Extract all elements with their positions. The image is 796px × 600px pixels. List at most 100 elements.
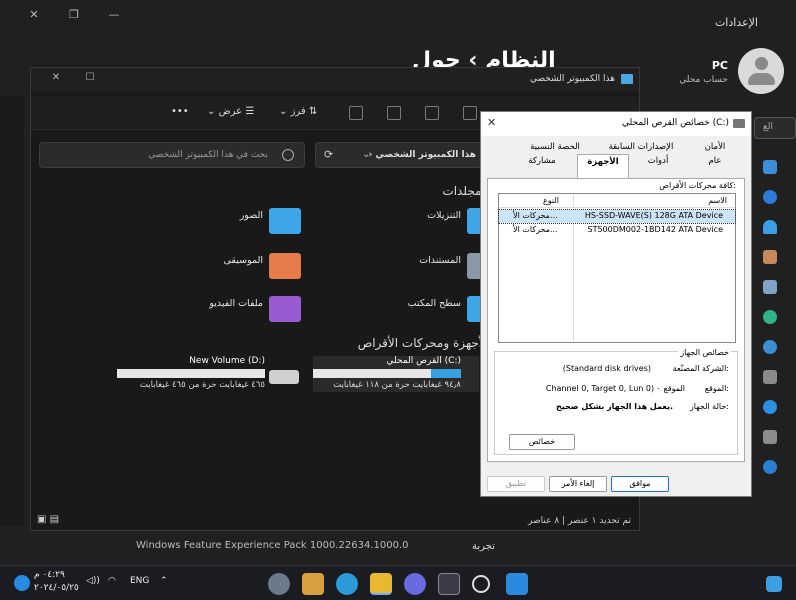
lang-indicator[interactable]: ENG bbox=[130, 576, 149, 586]
hardware-tab-panel: كافة محركات الأقراص: الاسم النوع HS-SSD-… bbox=[487, 178, 745, 462]
file-explorer-app-icon[interactable] bbox=[370, 573, 392, 595]
tab-security[interactable]: الأمان bbox=[687, 142, 743, 152]
drives-list[interactable]: الاسم النوع HS-SSD-WAVE(S) 128G ATA Devi… bbox=[498, 193, 736, 343]
folder-documents[interactable]: المستندات bbox=[419, 255, 461, 266]
col-name[interactable]: الاسم bbox=[708, 196, 727, 205]
row-device-name: HS-SSD-WAVE(S) 128G ATA Device bbox=[584, 211, 723, 220]
tab-general[interactable]: عام bbox=[687, 156, 743, 170]
task-view-icon[interactable] bbox=[438, 573, 460, 595]
time-language-icon[interactable] bbox=[763, 340, 777, 354]
folder-desktop[interactable]: سطح المكتب bbox=[408, 298, 461, 309]
paste-icon[interactable] bbox=[463, 106, 477, 120]
sort-button[interactable]: ⌄ فرز ⇅ bbox=[279, 106, 317, 117]
device-status-label: حالة الجهاز: bbox=[689, 402, 729, 411]
drive-c-usage-fill bbox=[431, 369, 461, 378]
status-selected: تم تحديد ١ عنصر bbox=[567, 516, 631, 526]
apply-button[interactable]: تطبيق bbox=[487, 476, 545, 492]
maximize-icon[interactable]: ❐ bbox=[54, 8, 94, 21]
drive-d-name: New Volume (D:) bbox=[189, 356, 265, 366]
clock-date[interactable]: ٢٠٢٤/٠٥/٢٥ bbox=[34, 583, 79, 593]
close-icon[interactable]: ✕ bbox=[14, 8, 54, 21]
folder-downloads[interactable]: التنزيلات bbox=[427, 210, 461, 221]
account-name: PC bbox=[711, 59, 728, 72]
drive-c-name: القرص المحلي (C:) bbox=[386, 356, 461, 366]
tab-hardware[interactable]: الأجهزة bbox=[577, 154, 629, 178]
videos-folder-icon[interactable] bbox=[269, 296, 301, 322]
manufacturer-label: الشركة المصنّعة: bbox=[672, 364, 729, 373]
this-pc-icon bbox=[621, 74, 633, 84]
search-input[interactable]: بحث في هذا الكمبيوتر الشخصي bbox=[39, 142, 305, 168]
drive-c[interactable]: القرص المحلي (C:) ٩٤٫٨ غيغابايت حرة من ١… bbox=[313, 356, 479, 392]
accounts-icon[interactable] bbox=[763, 310, 777, 324]
feature-pack-text: Windows Feature Experience Pack 1000.226… bbox=[136, 540, 409, 551]
view-label: عرض bbox=[218, 106, 243, 117]
tab-sharing[interactable]: مشاركة bbox=[511, 156, 573, 170]
folder-pictures[interactable]: الصور bbox=[240, 210, 263, 221]
status-items: ٨ عناصر bbox=[528, 516, 560, 526]
explorer-window-controls: ✕ ☐ bbox=[39, 72, 107, 83]
search-icon bbox=[282, 149, 294, 161]
status-bar: تم تحديد ١ عنصر | ٨ عناصر bbox=[528, 516, 631, 526]
teams-app-icon[interactable] bbox=[404, 573, 426, 595]
settings-search-input[interactable]: الع bbox=[754, 117, 796, 139]
more-button[interactable]: ••• bbox=[171, 106, 189, 117]
clock-time[interactable]: ٠٤:٢٩ م bbox=[34, 570, 65, 580]
list-header: الاسم النوع bbox=[499, 194, 735, 208]
device-status-value: يعمل هذا الجهاز بشكل صحيح. bbox=[556, 402, 673, 411]
minimize-icon[interactable]: — bbox=[94, 8, 134, 21]
music-folder-icon[interactable] bbox=[269, 253, 301, 279]
folder-music[interactable]: الموسيقى bbox=[224, 255, 263, 266]
table-row[interactable]: ST500DM002-1BD142 ATA Device محركات الأ.… bbox=[499, 224, 735, 237]
device-properties-button[interactable]: خصائص bbox=[509, 434, 575, 450]
address-bar[interactable]: ⟳ ⌄ › هذا الكمبيوتر الشخصي bbox=[315, 142, 483, 168]
drive-d-icon bbox=[269, 370, 299, 384]
start-icon[interactable] bbox=[506, 573, 528, 595]
cancel-button[interactable]: إلغاء الأمر bbox=[549, 476, 607, 492]
close-icon[interactable]: ✕ bbox=[487, 116, 496, 129]
tab-tools[interactable]: أدوات bbox=[633, 156, 683, 170]
refresh-icon[interactable]: ⟳ bbox=[324, 148, 333, 161]
device-properties-group: خصائص الجهاز الشركة المصنّعة: (Standard … bbox=[494, 348, 738, 455]
update-icon[interactable] bbox=[763, 460, 777, 474]
notification-icon[interactable] bbox=[14, 575, 30, 591]
system-icon[interactable] bbox=[763, 160, 777, 174]
apps-icon[interactable] bbox=[763, 280, 777, 294]
store-app-icon[interactable] bbox=[302, 573, 324, 595]
manufacturer-value: (Standard disk drives) bbox=[562, 364, 651, 373]
edge-app-icon[interactable] bbox=[336, 573, 358, 595]
wifi-icon[interactable]: ◠ bbox=[108, 576, 116, 586]
privacy-icon[interactable] bbox=[763, 430, 777, 444]
settings-window-controls: ✕ ❐ — bbox=[14, 8, 134, 21]
view-button[interactable]: ⌄ عرض ☰ bbox=[207, 106, 254, 117]
table-row[interactable]: HS-SSD-WAVE(S) 128G ATA Device محركات ال… bbox=[498, 209, 736, 224]
ok-button[interactable]: موافق bbox=[611, 476, 669, 492]
search-icon[interactable] bbox=[472, 575, 490, 593]
tab-previous-versions[interactable]: الإصدارات السابقة bbox=[599, 142, 683, 152]
gaming-icon[interactable] bbox=[763, 370, 777, 384]
drive-icon bbox=[733, 119, 745, 128]
maximize-icon[interactable]: ☐ bbox=[73, 72, 107, 83]
tab-quota[interactable]: الحصة النسبية bbox=[515, 142, 595, 152]
network-icon[interactable] bbox=[763, 220, 777, 234]
drive-c-usage-bar bbox=[313, 369, 461, 378]
delete-icon[interactable] bbox=[349, 106, 363, 120]
bluetooth-icon[interactable] bbox=[763, 190, 777, 204]
share-icon[interactable] bbox=[387, 106, 401, 120]
pictures-folder-icon[interactable] bbox=[269, 208, 301, 234]
explorer-titlebar: ✕ ☐ هذا الكمبيوتر الشخصي bbox=[31, 68, 639, 92]
personalization-icon[interactable] bbox=[763, 250, 777, 264]
settings-app-icon[interactable] bbox=[268, 573, 290, 595]
rename-icon[interactable] bbox=[425, 106, 439, 120]
folder-videos[interactable]: ملفات الفيديو bbox=[209, 298, 263, 309]
view-toggle-icons[interactable]: ▣ ▤ bbox=[37, 514, 59, 525]
chevron-up-icon[interactable]: ⌃ bbox=[160, 576, 168, 586]
show-desktop-icon[interactable] bbox=[766, 576, 782, 592]
settings-nav bbox=[758, 160, 782, 490]
drive-d[interactable]: New Volume (D:) ٤٦٥ غيغابايت حرة من ٤٦٥ … bbox=[111, 356, 265, 392]
col-type[interactable]: النوع bbox=[543, 196, 559, 205]
close-icon[interactable]: ✕ bbox=[39, 72, 73, 83]
accessibility-icon[interactable] bbox=[763, 400, 777, 414]
speaker-icon[interactable]: ◁)) bbox=[86, 576, 100, 586]
avatar[interactable] bbox=[738, 48, 784, 94]
drive-d-usage-bar bbox=[117, 369, 265, 378]
